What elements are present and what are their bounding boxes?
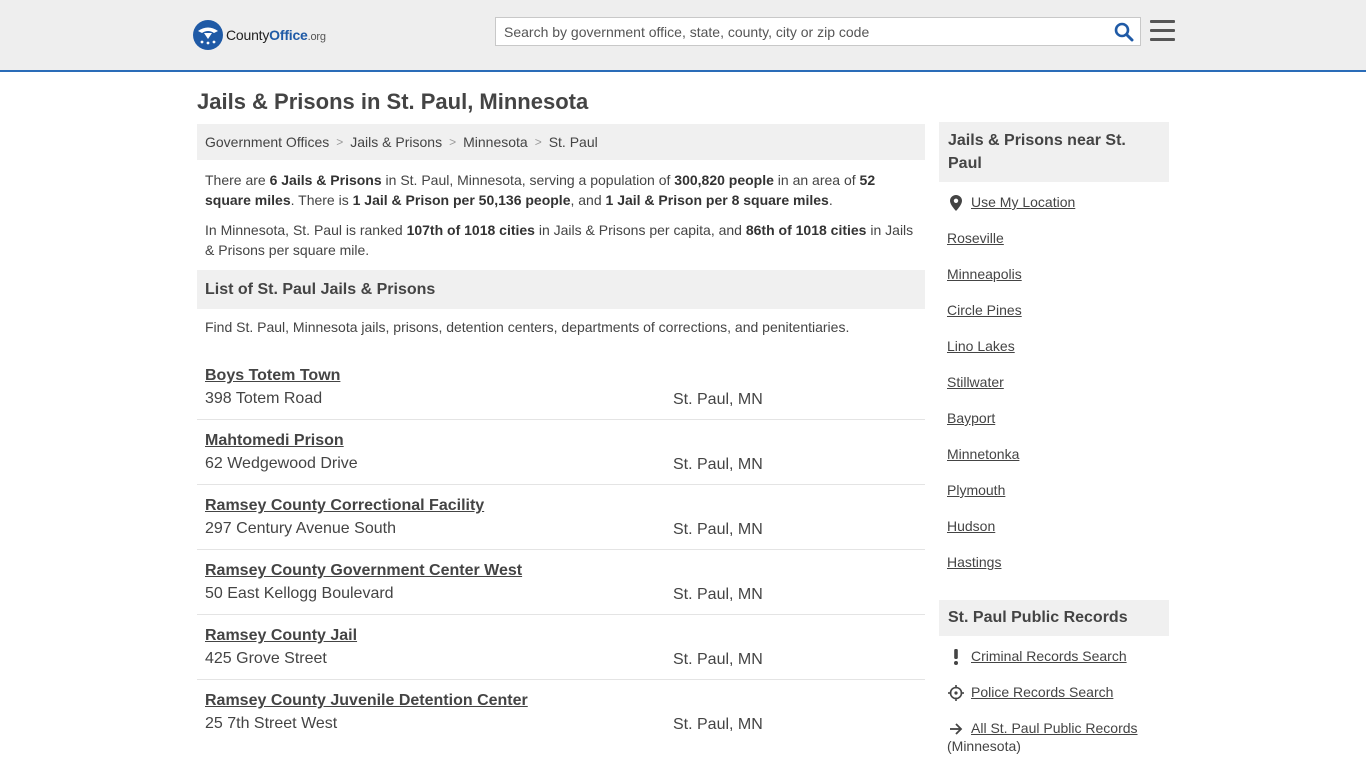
use-location-item: Use My Location [947, 194, 1161, 230]
public-records-list: Criminal Records Search Police Records S… [939, 636, 1169, 754]
nearby-heading: Jails & Prisons near St. Paul [939, 122, 1169, 182]
breadcrumb-jails-prisons[interactable]: Jails & Prisons [350, 134, 442, 150]
facility-link[interactable]: Ramsey County Government Center West [205, 562, 917, 580]
list-item: Ramsey County Correctional Facility 297 … [197, 485, 925, 550]
list-item: Ramsey County Government Center West 50 … [197, 550, 925, 615]
nearby-city-link[interactable]: Hastings [947, 554, 1001, 570]
crosshair-icon [947, 684, 965, 702]
breadcrumb-st-paul[interactable]: St. Paul [549, 134, 598, 150]
sidebar-item-roseville: Roseville [947, 230, 1161, 266]
police-records-link[interactable]: Police Records Search [971, 684, 1113, 700]
list-item: Boys Totem Town 398 Totem Road St. Paul,… [197, 355, 925, 420]
nearby-city-link[interactable]: Bayport [947, 410, 995, 426]
facility-link[interactable]: Ramsey County Jail [205, 627, 917, 645]
eagle-logo-icon [193, 20, 223, 50]
facility-address: 25 7th Street West [205, 715, 338, 732]
sidebar-item-plymouth: Plymouth [947, 482, 1161, 518]
facility-list: Boys Totem Town 398 Totem Road St. Paul,… [197, 355, 925, 745]
breadcrumb: Government Offices > Jails & Prisons > M… [197, 124, 925, 160]
criminal-records-link[interactable]: Criminal Records Search [971, 648, 1127, 664]
records-item-police: Police Records Search [947, 684, 1161, 720]
sidebar-item-hastings: Hastings [947, 554, 1161, 590]
facility-link[interactable]: Boys Totem Town [205, 367, 917, 385]
nearby-city-link[interactable]: Hudson [947, 518, 995, 534]
all-records-wrapper: All St. Paul Public Records [971, 720, 1138, 736]
nearby-city-link[interactable]: Plymouth [947, 482, 1005, 498]
all-records-state: (Minnesota) [947, 738, 1021, 754]
facility-link[interactable]: Ramsey County Juvenile Detention Center [205, 692, 917, 710]
sidebar-item-bayport: Bayport [947, 410, 1161, 446]
sidebar-item-minnetonka: Minnetonka [947, 446, 1161, 482]
records-item-criminal: Criminal Records Search [947, 648, 1161, 684]
facility-city: St. Paul, MN [673, 716, 763, 733]
list-heading: List of St. Paul Jails & Prisons [197, 270, 925, 309]
list-description: Find St. Paul, Minnesota jails, prisons,… [205, 319, 850, 335]
sidebar-item-stillwater: Stillwater [947, 374, 1161, 410]
top-bar: CountyOffice.org [0, 0, 1366, 72]
sidebar-item-hudson: Hudson [947, 518, 1161, 554]
facility-address: 425 Grove Street [205, 650, 327, 667]
nearby-city-link[interactable]: Minneapolis [947, 266, 1022, 282]
sidebar-item-circle-pines: Circle Pines [947, 302, 1161, 338]
page-title: Jails & Prisons in St. Paul, Minnesota [197, 89, 589, 114]
search-input[interactable] [496, 18, 1096, 45]
breadcrumb-separator: > [534, 135, 542, 149]
search-box [495, 17, 1141, 46]
list-item: Ramsey County Juvenile Detention Center … [197, 680, 925, 745]
nearby-city-link[interactable]: Circle Pines [947, 302, 1022, 318]
search-icon[interactable] [1114, 22, 1134, 42]
facility-city: St. Paul, MN [673, 456, 763, 473]
site-logo[interactable]: CountyOffice.org [193, 19, 326, 51]
main-content: Government Offices > Jails & Prisons > M… [197, 124, 925, 745]
all-public-records-link[interactable]: All St. Paul Public Records [971, 720, 1138, 736]
exclamation-icon [947, 648, 965, 666]
breadcrumb-separator: > [449, 135, 457, 149]
facility-city: St. Paul, MN [673, 391, 763, 408]
list-item: Ramsey County Jail 425 Grove Street St. … [197, 615, 925, 680]
breadcrumb-government-offices[interactable]: Government Offices [205, 134, 329, 150]
intro-paragraph-rank: In Minnesota, St. Paul is ranked 107th o… [205, 222, 914, 258]
arrow-right-icon [947, 720, 965, 738]
hamburger-menu-icon[interactable] [1150, 20, 1175, 42]
nearby-city-link[interactable]: Lino Lakes [947, 338, 1015, 354]
list-item: Mahtomedi Prison 62 Wedgewood Drive St. … [197, 420, 925, 485]
public-records-heading: St. Paul Public Records [939, 600, 1169, 636]
use-my-location-link[interactable]: Use My Location [971, 194, 1075, 210]
breadcrumb-minnesota[interactable]: Minnesota [463, 134, 528, 150]
facility-city: St. Paul, MN [673, 586, 763, 603]
breadcrumb-separator: > [336, 135, 344, 149]
facility-city: St. Paul, MN [673, 521, 763, 538]
facility-city: St. Paul, MN [673, 651, 763, 668]
intro-text: There are 6 Jails & Prisons in St. Paul,… [197, 160, 925, 260]
sidebar-item-minneapolis: Minneapolis [947, 266, 1161, 302]
facility-address: 62 Wedgewood Drive [205, 455, 358, 472]
nearby-list: Use My Location Roseville Minneapolis Ci… [939, 182, 1169, 590]
facility-link[interactable]: Ramsey County Correctional Facility [205, 497, 917, 515]
nearby-city-link[interactable]: Roseville [947, 230, 1004, 246]
facility-address: 398 Totem Road [205, 390, 323, 407]
nearby-city-link[interactable]: Minnetonka [947, 446, 1019, 462]
logo-text: CountyOffice.org [226, 27, 326, 43]
facility-address: 297 Century Avenue South [205, 520, 396, 537]
nearby-city-link[interactable]: Stillwater [947, 374, 1004, 390]
sidebar-item-lino-lakes: Lino Lakes [947, 338, 1161, 374]
intro-paragraph-stats: There are 6 Jails & Prisons in St. Paul,… [205, 172, 876, 208]
map-pin-icon [947, 194, 965, 212]
sidebar: Jails & Prisons near St. Paul Use My Loc… [939, 122, 1169, 754]
facility-address: 50 East Kellogg Boulevard [205, 585, 394, 602]
facility-link[interactable]: Mahtomedi Prison [205, 432, 917, 450]
